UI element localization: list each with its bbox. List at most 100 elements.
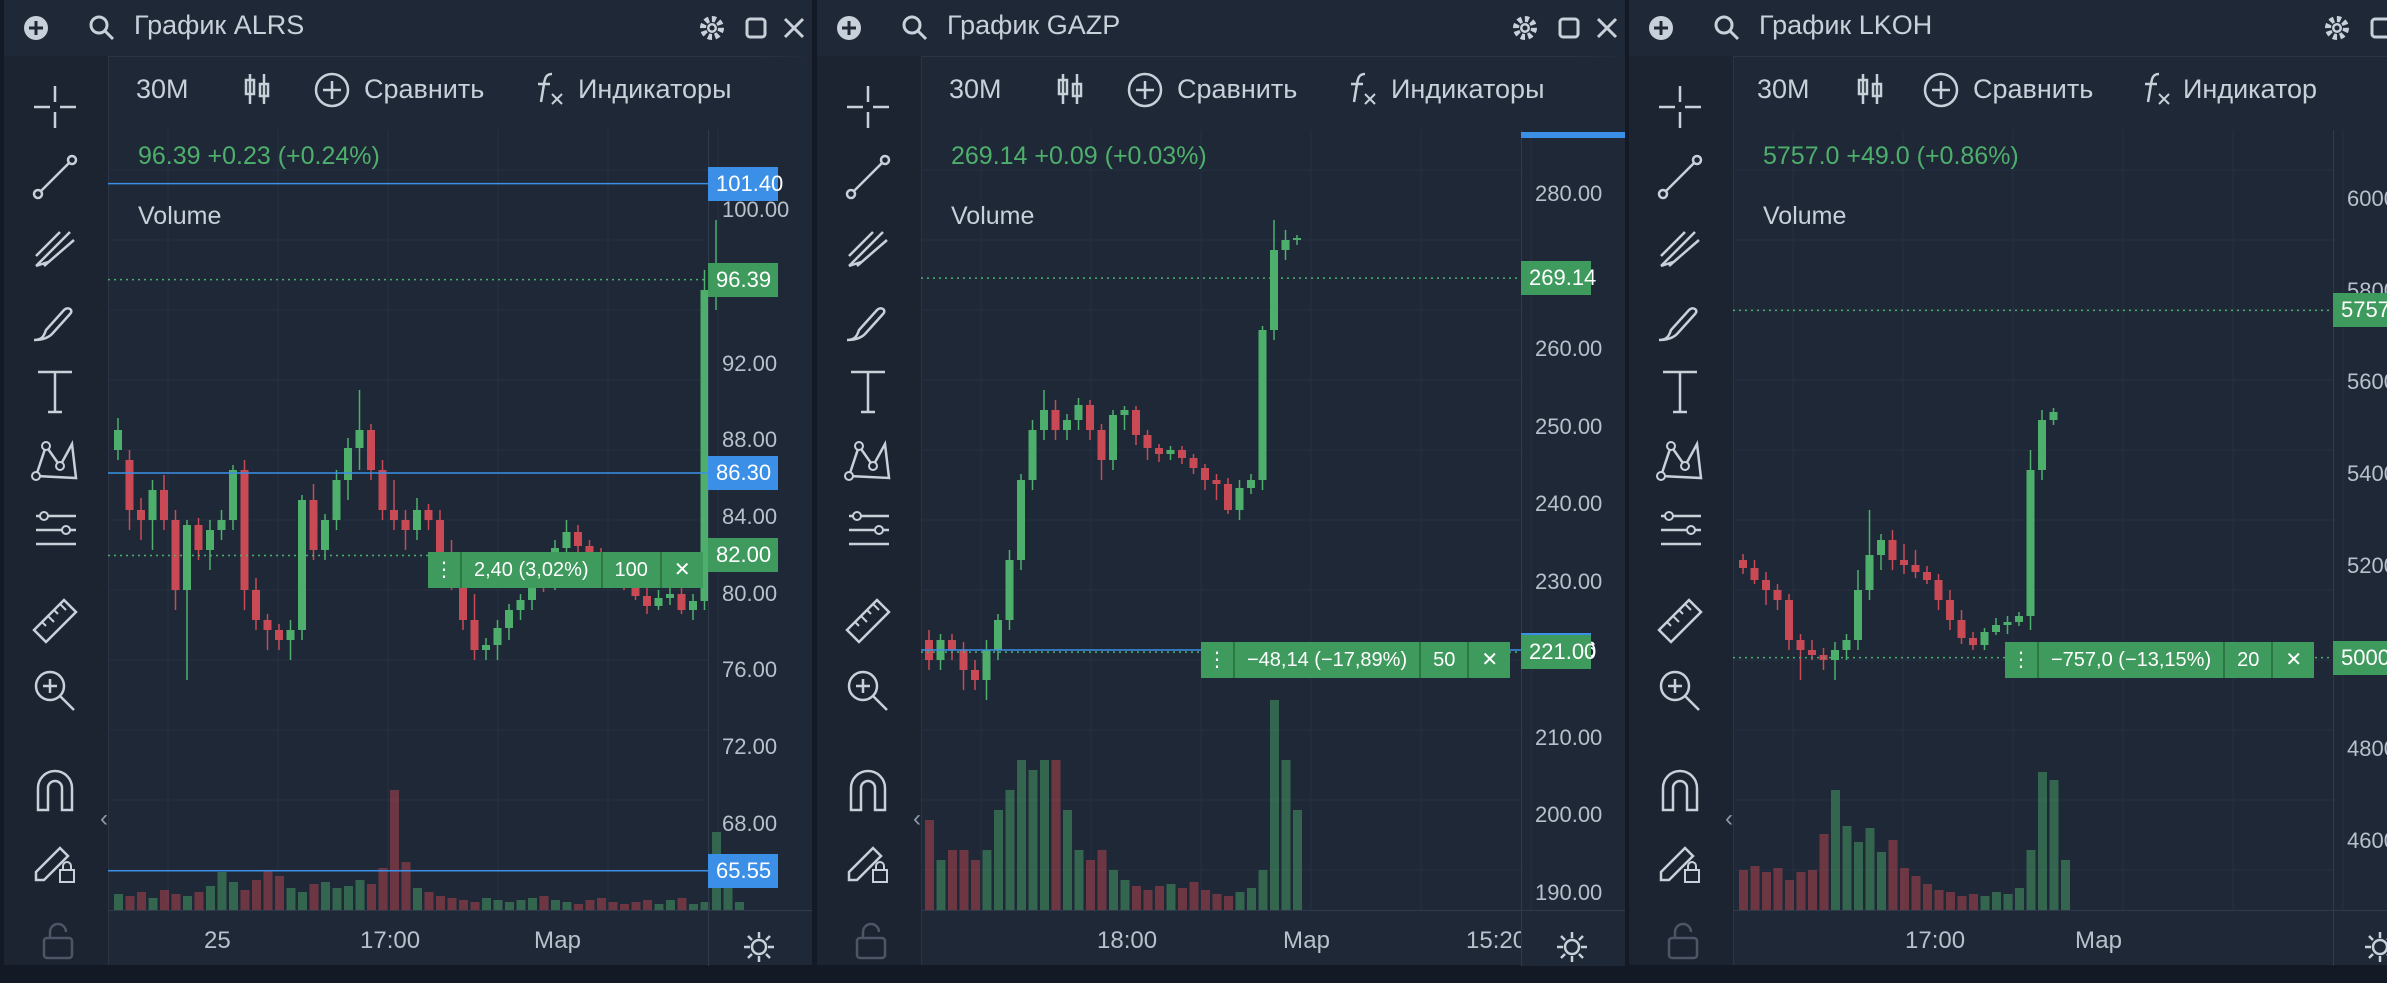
- indicators-button[interactable]: Индикаторы: [578, 74, 731, 105]
- fibonacci-icon[interactable]: [1655, 506, 1705, 561]
- brush-icon[interactable]: [30, 296, 80, 351]
- measure-tooltip[interactable]: ⋮ −757,0 (−13,15%) 20 ✕: [2005, 642, 2315, 678]
- timeframe-button[interactable]: 30M: [1757, 74, 1810, 105]
- chart-canvas[interactable]: [108, 130, 812, 910]
- candlestick-icon[interactable]: [1855, 72, 1885, 106]
- volume-bar: [2015, 888, 2024, 910]
- candle-body: [1040, 410, 1048, 430]
- compare-button[interactable]: Сравнить: [1177, 74, 1297, 105]
- pattern-icon[interactable]: [843, 436, 893, 491]
- plus-circle-icon[interactable]: [1647, 14, 1675, 42]
- pitchfork-icon[interactable]: [30, 222, 80, 277]
- time-axis[interactable]: 18:00 Мар 15:20: [921, 910, 1625, 966]
- indicators-button[interactable]: Индикаторы: [1391, 74, 1544, 105]
- maximize-icon[interactable]: [742, 14, 770, 42]
- candle-body: [1796, 640, 1805, 650]
- candlestick-icon[interactable]: [1055, 72, 1085, 106]
- gear-icon[interactable]: [698, 14, 726, 42]
- plus-circle-icon[interactable]: [1127, 72, 1163, 108]
- pattern-icon[interactable]: [1655, 436, 1705, 491]
- plus-circle-icon[interactable]: [314, 72, 350, 108]
- fibonacci-icon[interactable]: [843, 506, 893, 561]
- chart-canvas[interactable]: [1733, 130, 2387, 910]
- candlestick-icon[interactable]: [242, 72, 272, 106]
- text-icon[interactable]: [843, 366, 893, 421]
- current-price-label: 96.39: [708, 262, 778, 297]
- plus-circle-icon[interactable]: [1923, 72, 1959, 108]
- function-icon[interactable]: [1345, 70, 1379, 108]
- brush-icon[interactable]: [1655, 296, 1705, 351]
- crosshair-icon[interactable]: [30, 82, 80, 137]
- close-icon[interactable]: [780, 14, 808, 42]
- price-chart[interactable]: 5757.0 +49.0 (+0.86%) Volume 6000.05800.…: [1733, 130, 2387, 910]
- lock-drawings-icon[interactable]: [843, 836, 893, 891]
- price-chart[interactable]: 269.14 +0.09 (+0.03%) Volume 280.00 260.0…: [921, 130, 1625, 910]
- zoom-in-icon[interactable]: [30, 666, 80, 721]
- collapse-toolbar-icon[interactable]: ‹: [100, 805, 108, 833]
- zoom-in-icon[interactable]: [843, 666, 893, 721]
- function-icon[interactable]: [532, 70, 566, 108]
- time-axis[interactable]: 25 17:00 Мар: [108, 910, 812, 966]
- fibonacci-icon[interactable]: [30, 506, 80, 561]
- ruler-icon[interactable]: [30, 596, 80, 651]
- pitchfork-icon[interactable]: [843, 222, 893, 277]
- maximize-icon[interactable]: [1555, 14, 1583, 42]
- measure-tooltip[interactable]: ⋮ 2,40 (3,02%) 100 ✕: [428, 552, 703, 588]
- close-icon[interactable]: ✕: [662, 552, 703, 588]
- trend-line-icon[interactable]: [30, 152, 80, 207]
- compare-button[interactable]: Сравнить: [364, 74, 484, 105]
- pattern-icon[interactable]: [30, 436, 80, 491]
- brush-icon[interactable]: [843, 296, 893, 351]
- text-icon[interactable]: [1655, 366, 1705, 421]
- price-tick-label: 6000.0: [2347, 185, 2387, 211]
- plus-circle-icon[interactable]: [22, 14, 50, 42]
- magnet-icon[interactable]: [843, 766, 893, 821]
- close-icon[interactable]: ✕: [2273, 642, 2314, 678]
- measure-handle[interactable]: ⋮: [2005, 642, 2039, 678]
- collapse-toolbar-icon[interactable]: ‹: [913, 805, 921, 833]
- lock-icon[interactable]: [851, 920, 891, 965]
- compare-button[interactable]: Сравнить: [1973, 74, 2093, 105]
- magnet-icon[interactable]: [1655, 766, 1705, 821]
- magnet-icon[interactable]: [30, 766, 80, 821]
- chart-canvas[interactable]: [921, 130, 1625, 910]
- search-icon[interactable]: [88, 14, 116, 42]
- time-axis[interactable]: 17:00 Мар: [1733, 910, 2387, 966]
- text-icon[interactable]: [30, 366, 80, 421]
- ruler-icon[interactable]: [1655, 596, 1705, 651]
- timeframe-button[interactable]: 30M: [949, 74, 1002, 105]
- volume-bar: [1854, 842, 1863, 910]
- close-icon[interactable]: [1593, 14, 1621, 42]
- search-icon[interactable]: [901, 14, 929, 42]
- close-icon[interactable]: ✕: [1469, 642, 1510, 678]
- pitchfork-icon[interactable]: [1655, 222, 1705, 277]
- function-icon[interactable]: [2139, 70, 2173, 108]
- measure-handle[interactable]: ⋮: [1201, 642, 1235, 678]
- ruler-icon[interactable]: [843, 596, 893, 651]
- trend-line-icon[interactable]: [843, 152, 893, 207]
- sun-icon[interactable]: [2363, 930, 2387, 964]
- lock-icon[interactable]: [38, 920, 78, 965]
- measure-handle[interactable]: ⋮: [428, 552, 462, 588]
- sun-icon[interactable]: [1555, 930, 1589, 964]
- collapse-toolbar-icon[interactable]: ‹: [1725, 805, 1733, 833]
- measure-tooltip[interactable]: ⋮ −48,14 (−17,89%) 50 ✕: [1201, 642, 1511, 678]
- lock-icon[interactable]: [1663, 920, 1703, 965]
- trend-line-icon[interactable]: [1655, 152, 1705, 207]
- maximize-icon[interactable]: [2367, 14, 2387, 42]
- price-chart[interactable]: 96.39 +0.23 (+0.24%) Volume 100.00 92.00 8…: [108, 130, 812, 910]
- plus-circle-icon[interactable]: [835, 14, 863, 42]
- lock-drawings-icon[interactable]: [30, 836, 80, 891]
- gear-icon[interactable]: [2323, 14, 2351, 42]
- lock-drawings-icon[interactable]: [1655, 836, 1705, 891]
- crosshair-icon[interactable]: [843, 82, 893, 137]
- timeframe-button[interactable]: 30M: [136, 74, 189, 105]
- sun-icon[interactable]: [742, 930, 776, 964]
- zoom-in-icon[interactable]: [1655, 666, 1705, 721]
- indicators-button[interactable]: Индикатор: [2183, 74, 2317, 105]
- volume-bar: [137, 892, 146, 910]
- gear-icon[interactable]: [1511, 14, 1539, 42]
- crosshair-icon[interactable]: [1655, 82, 1705, 137]
- candle-body: [137, 510, 145, 520]
- search-icon[interactable]: [1713, 14, 1741, 42]
